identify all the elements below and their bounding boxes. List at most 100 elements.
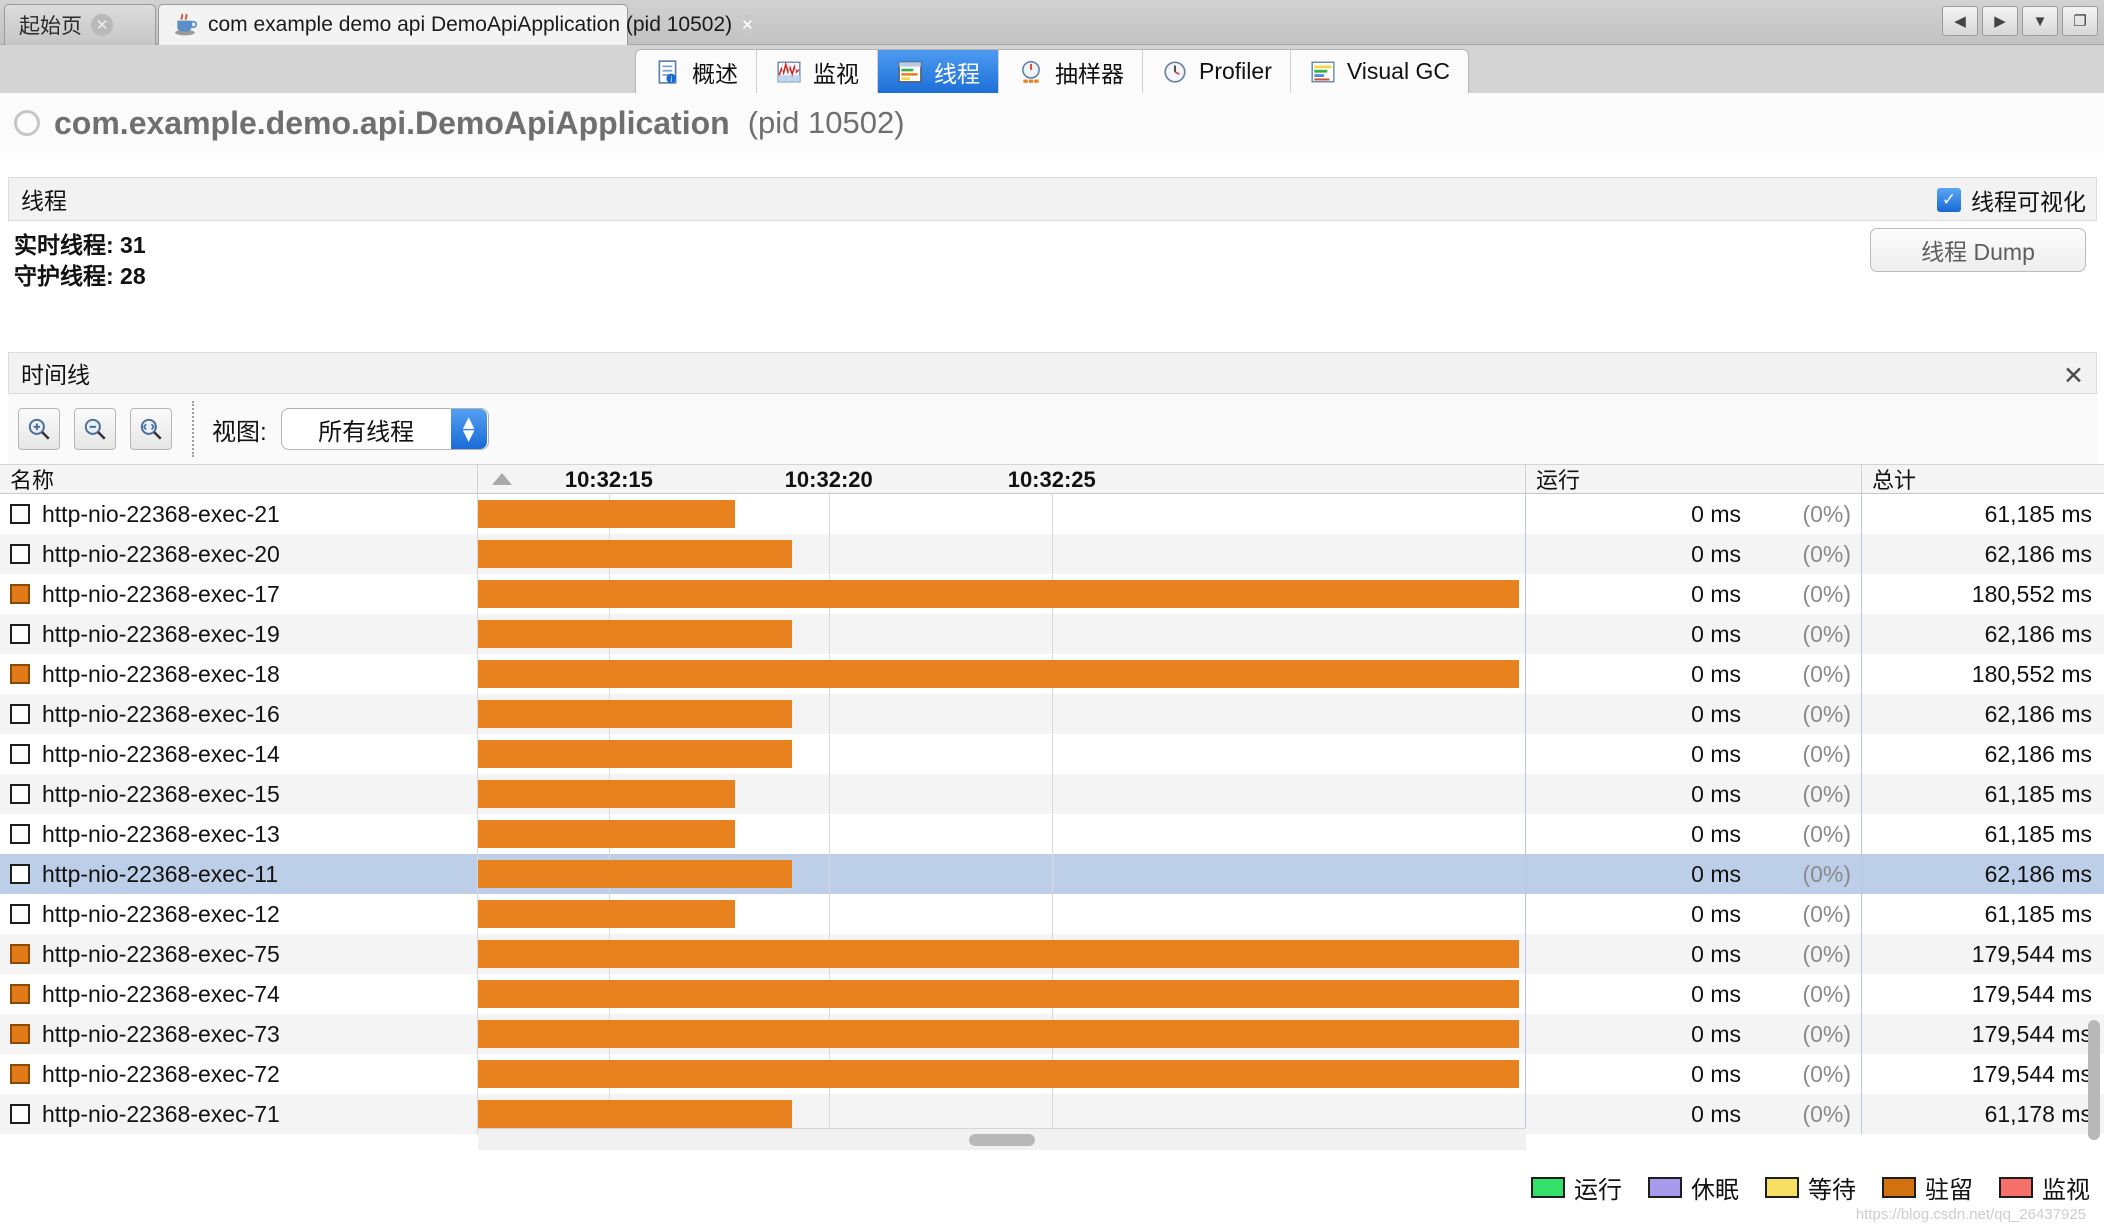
thread-timeline-cell[interactable] [478,534,1526,574]
table-row[interactable]: http-nio-22368-exec-17 0 ms (0%) 180,552 ms [0,574,2104,614]
zoom-fit-button[interactable] [130,408,172,450]
scrollbar-thumb[interactable] [969,1133,1035,1146]
table-row[interactable]: http-nio-22368-exec-73 0 ms (0%) 179,544 ms [0,1014,2104,1054]
checkbox-checked-icon[interactable] [10,1024,30,1044]
running-time-percent: (0%) [1802,580,1851,607]
column-header-timeline[interactable]: 10:32:15 10:32:20 10:32:25 [478,464,1526,494]
close-icon[interactable]: ✕ [2063,361,2084,390]
thread-state-bar [478,660,1519,688]
checkbox-unchecked-icon[interactable] [10,704,30,724]
thread-name-label: http-nio-22368-exec-19 [42,620,280,647]
view-select[interactable]: 所有线程 ▲ ▼ [280,408,489,450]
thread-timeline-cell[interactable] [478,894,1526,934]
table-row[interactable]: http-nio-22368-exec-12 0 ms (0%) 61,185 ms [0,894,2104,934]
table-row[interactable]: http-nio-22368-exec-15 0 ms (0%) 61,185 ms [0,774,2104,814]
checkbox-unchecked-icon[interactable] [10,824,30,844]
scroll-right-button[interactable]: ▶ [1982,6,2018,36]
thread-timeline-cell[interactable] [478,814,1526,854]
checkbox-unchecked-icon[interactable] [10,1104,30,1124]
timeline-gridline [828,734,830,774]
table-row[interactable]: http-nio-22368-exec-20 0 ms (0%) 62,186 ms [0,534,2104,574]
window-tab-demoapiapplication[interactable]: com example demo api DemoApiApplication … [158,4,754,45]
tab-visual-gc[interactable]: Visual GC [1291,50,1468,93]
checkbox-checked-icon[interactable] [10,584,30,604]
tab-threads[interactable]: 线程 [878,50,999,93]
thread-timeline-cell[interactable] [478,934,1526,974]
thread-timeline-cell[interactable] [478,694,1526,734]
threads-section-title: 线程 [21,188,67,214]
timeline-horizontal-scrollbar[interactable] [478,1128,1526,1150]
column-header-running[interactable]: 运行 [1526,464,1862,494]
running-time-cell: 0 ms (0%) [1526,494,1862,534]
table-row[interactable]: http-nio-22368-exec-13 0 ms (0%) 61,185 ms [0,814,2104,854]
table-row[interactable]: http-nio-22368-exec-16 0 ms (0%) 62,186 ms [0,694,2104,734]
thread-state-bar [478,900,735,928]
thread-timeline-cell[interactable] [478,614,1526,654]
checkbox-unchecked-icon[interactable] [10,744,30,764]
tab-overview[interactable]: i 概述 [636,50,757,93]
chevron-updown-icon[interactable]: ▲ ▼ [450,409,487,449]
checkbox-unchecked-icon[interactable] [10,784,30,804]
checkbox-unchecked-icon[interactable] [10,864,30,884]
thread-timeline-cell[interactable] [478,1014,1526,1054]
zoom-in-button[interactable] [18,408,60,450]
timeline-gridline [1051,894,1053,934]
thread-timeline-cell[interactable] [478,1054,1526,1094]
window-tab-start-page[interactable]: 起始页 ✕ [4,4,156,45]
table-row[interactable]: http-nio-22368-exec-21 0 ms (0%) 61,185 ms [0,494,2104,534]
table-row[interactable]: http-nio-22368-exec-19 0 ms (0%) 62,186 ms [0,614,2104,654]
checkbox-checked-icon[interactable] [10,984,30,1004]
view-tab-bar: i 概述 监视 线程 抽样器 Profiler Visual GC [0,45,2104,93]
table-row[interactable]: http-nio-22368-exec-75 0 ms (0%) 179,544 ms [0,934,2104,974]
running-time-percent: (0%) [1802,940,1851,967]
scrollbar-thumb[interactable] [2088,1020,2100,1140]
table-row[interactable]: http-nio-22368-exec-14 0 ms (0%) 62,186 ms [0,734,2104,774]
thread-timeline-cell[interactable] [478,734,1526,774]
table-row[interactable]: http-nio-22368-exec-11 0 ms (0%) 62,186 ms [0,854,2104,894]
thread-visualization-label: 线程可视化 [1971,189,2086,215]
thread-visualization-toggle[interactable]: ✓ 线程可视化 [1937,178,2086,222]
legend-label: 监视 [2042,1177,2090,1204]
checkbox-unchecked-icon[interactable] [10,544,30,564]
timeline-gridline [1051,614,1053,654]
table-row[interactable]: http-nio-22368-exec-18 0 ms (0%) 180,552 ms [0,654,2104,694]
table-vertical-scrollbar[interactable] [2086,1020,2102,1140]
thread-timeline-cell[interactable] [478,854,1526,894]
running-time-value: 0 ms [1691,820,1741,847]
close-icon[interactable]: ✕ [91,14,113,36]
thread-timeline-cell[interactable] [478,494,1526,534]
maximize-button[interactable]: ❐ [2062,6,2098,36]
thread-timeline-cell[interactable] [478,974,1526,1014]
tab-sampler[interactable]: 抽样器 [999,50,1143,93]
running-time-percent: (0%) [1802,700,1851,727]
close-icon[interactable]: ✕ [741,14,754,36]
thread-timeline-cell[interactable] [478,654,1526,694]
running-time-cell: 0 ms (0%) [1526,734,1862,774]
timeline-gridline [1051,534,1053,574]
thread-timeline-cell[interactable] [478,774,1526,814]
table-row[interactable]: http-nio-22368-exec-74 0 ms (0%) 179,544 ms [0,974,2104,1014]
thread-timeline-cell[interactable] [478,574,1526,614]
legend-color-swatch [1999,1177,2033,1198]
zoom-out-button[interactable] [74,408,116,450]
scroll-left-button[interactable]: ◀ [1942,6,1978,36]
column-header-total[interactable]: 总计 [1862,464,2104,494]
column-header-name[interactable]: 名称 [0,464,478,494]
checkbox-unchecked-icon[interactable] [10,624,30,644]
thread-name-label: http-nio-22368-exec-11 [42,860,279,887]
table-row[interactable]: http-nio-22368-exec-72 0 ms (0%) 179,544 ms [0,1054,2104,1094]
tab-monitor[interactable]: 监视 [757,50,878,93]
checkbox-unchecked-icon[interactable] [10,904,30,924]
tab-list-button[interactable]: ▼ [2022,6,2058,36]
thread-name-cell: http-nio-22368-exec-73 [0,1014,478,1054]
thread-name-label: http-nio-22368-exec-13 [42,820,280,847]
checkbox-checked-icon[interactable]: ✓ [1937,188,1961,212]
tab-profiler[interactable]: Profiler [1143,50,1291,93]
checkbox-checked-icon[interactable] [10,944,30,964]
window-tab-label: com example demo api DemoApiApplication … [208,13,733,36]
thread-dump-button[interactable]: 线程 Dump [1870,228,2086,272]
checkbox-unchecked-icon[interactable] [10,504,30,524]
checkbox-checked-icon[interactable] [10,664,30,684]
checkbox-checked-icon[interactable] [10,1064,30,1084]
thread-state-bar [478,980,1519,1008]
